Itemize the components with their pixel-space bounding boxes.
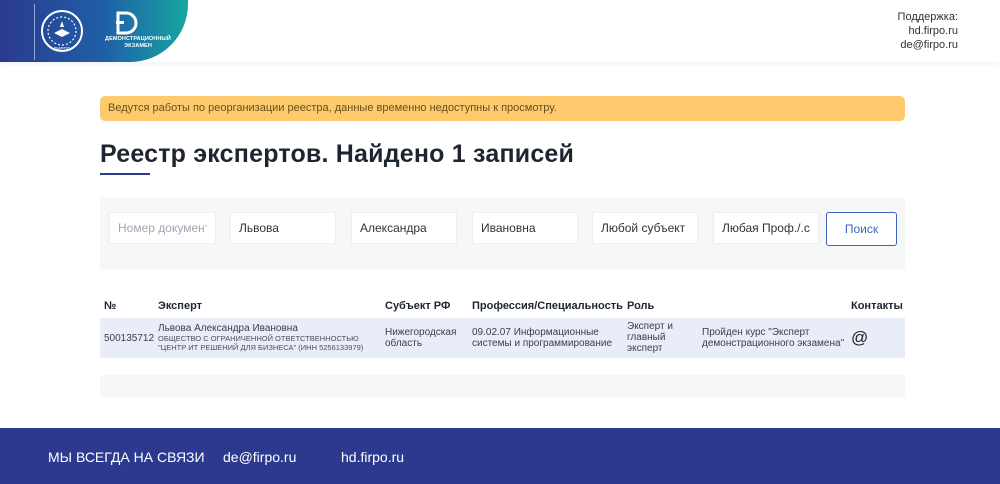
support-link-email[interactable]: de@firpo.ru bbox=[898, 38, 958, 52]
expert-org-line2: "ЦЕНТР ИТ РЕШЕНИЙ ДЛЯ БИЗНЕСА" (ИНН 5256… bbox=[158, 343, 364, 352]
last-name-input[interactable] bbox=[230, 212, 336, 244]
expert-name: Львова Александра Ивановна bbox=[158, 323, 298, 334]
role-line1: Эксперт и bbox=[627, 321, 673, 332]
course-line2: демонстрационного экзамена" bbox=[702, 338, 845, 349]
profession-line1: 09.02.07 Информационные bbox=[472, 327, 599, 338]
column-header-number: № bbox=[104, 300, 117, 312]
logo-caption: ДЕМОНСТРАЦИОННЫЙ ЭКЗАМЕН bbox=[105, 36, 171, 49]
column-header-expert: Эксперт bbox=[158, 300, 203, 312]
demo-exam-logo-icon bbox=[116, 11, 138, 35]
emblem-text: ФИРПО bbox=[54, 46, 71, 51]
search-panel: Поиск bbox=[100, 198, 905, 270]
region-line1: Нижегородская bbox=[385, 327, 457, 338]
first-name-input[interactable] bbox=[351, 212, 457, 244]
expert-number: 500135712 bbox=[104, 333, 155, 344]
region-line2: область bbox=[385, 338, 423, 349]
title-underline bbox=[100, 173, 150, 175]
site-header: ФИРПО ДЕМОНСТРАЦИОННЫЙ ЭКЗАМЕН Поддержка… bbox=[0, 0, 1000, 62]
support-label: Поддержка: bbox=[897, 11, 958, 23]
column-header-profession: Профессия/Специальность bbox=[472, 300, 623, 312]
firpo-emblem-icon: ФИРПО bbox=[41, 10, 83, 52]
footer-site-link[interactable]: hd.firpo.ru bbox=[341, 449, 404, 465]
region-select[interactable] bbox=[592, 212, 698, 244]
at-sign-icon[interactable]: @ bbox=[851, 329, 868, 346]
brand-logo[interactable]: ФИРПО ДЕМОНСТРАЦИОННЫЙ ЭКЗАМЕН bbox=[0, 0, 188, 62]
page-title: Реестр экспертов. Найдено 1 записей bbox=[100, 140, 575, 168]
role-line2: главный bbox=[627, 332, 666, 343]
middle-name-input[interactable] bbox=[472, 212, 578, 244]
expert-org-line1: ОБЩЕСТВО С ОГРАНИЧЕННОЙ ОТВЕТСТВЕННОСТЬЮ bbox=[158, 334, 359, 343]
course-line1: Пройден курс "Эксперт bbox=[702, 327, 810, 338]
table-row[interactable]: 500135712 Львова Александра Ивановна ОБЩ… bbox=[100, 318, 905, 358]
maintenance-alert: Ведутся работы по реорганизации реестра,… bbox=[100, 96, 905, 121]
role-line3: эксперт bbox=[627, 343, 663, 354]
support-contacts: Поддержка: hd.firpo.ru de@firpo.ru bbox=[898, 10, 958, 52]
column-header-contacts: Контакты bbox=[851, 300, 903, 312]
document-number-input[interactable] bbox=[109, 212, 216, 244]
table-footer-row bbox=[100, 375, 905, 397]
profession-select[interactable] bbox=[713, 212, 819, 244]
column-header-role: Роль bbox=[627, 300, 655, 312]
footer-email-link[interactable]: de@firpo.ru bbox=[223, 449, 296, 465]
search-button[interactable]: Поиск bbox=[826, 212, 897, 246]
column-header-region: Субъект РФ bbox=[385, 300, 451, 312]
footer-slogan: МЫ ВСЕГДА НА СВЯЗИ bbox=[48, 449, 205, 465]
support-link-helpdesk[interactable]: hd.firpo.ru bbox=[898, 24, 958, 38]
profession-line2: системы и программирование bbox=[472, 338, 613, 349]
logo-divider bbox=[34, 4, 35, 60]
site-footer: МЫ ВСЕГДА НА СВЯЗИ de@firpo.ru hd.firpo.… bbox=[0, 428, 1000, 484]
